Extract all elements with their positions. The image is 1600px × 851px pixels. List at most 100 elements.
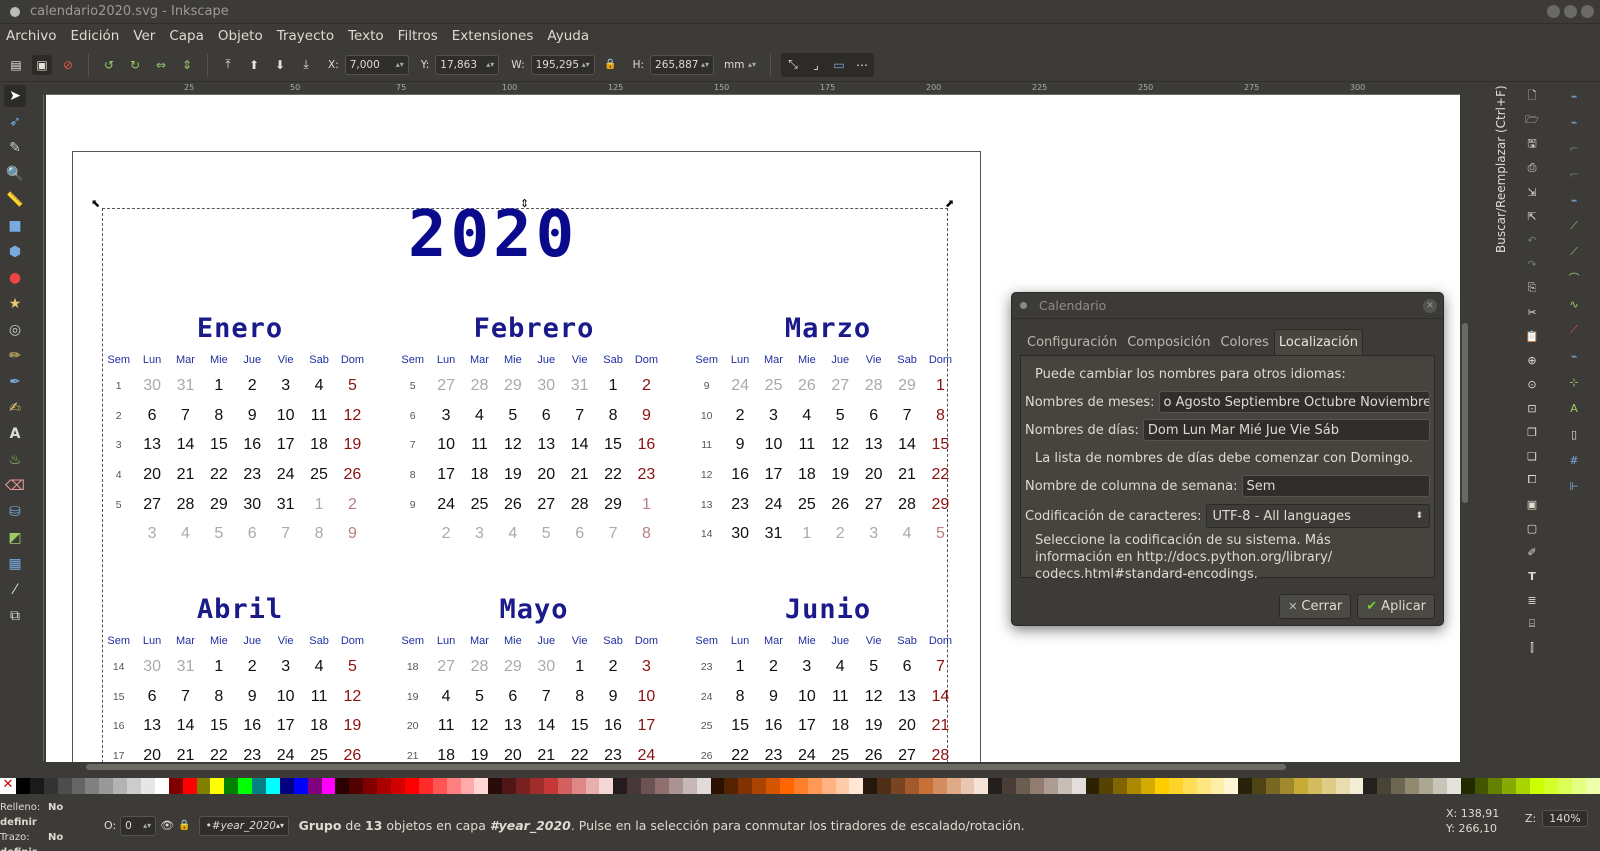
ungroup-icon[interactable]: ▢ xyxy=(1523,519,1541,537)
snap-grid-icon[interactable]: # xyxy=(1565,451,1583,469)
color-swatch[interactable] xyxy=(1432,778,1447,794)
snap-path-intersect-icon[interactable]: ⟋ xyxy=(1565,243,1583,261)
color-swatch[interactable] xyxy=(835,778,850,794)
color-swatch[interactable] xyxy=(113,778,128,794)
color-swatch[interactable] xyxy=(1210,778,1225,794)
color-swatch[interactable] xyxy=(1182,778,1197,794)
zoom-tool-icon[interactable]: 🔍 xyxy=(4,163,26,185)
snap-guide-icon[interactable]: ⊩ xyxy=(1565,477,1583,495)
color-swatch[interactable] xyxy=(1030,778,1044,794)
color-swatch[interactable] xyxy=(682,778,697,794)
redo-icon[interactable]: ↷ xyxy=(1523,255,1541,273)
snap-nodes-icon[interactable]: ⌁ xyxy=(1565,191,1583,209)
color-swatch[interactable] xyxy=(807,778,822,794)
h-field[interactable]: 265,887 ▴▾ xyxy=(650,54,715,75)
color-swatch[interactable] xyxy=(349,778,364,794)
color-swatch[interactable] xyxy=(710,778,725,794)
ellipse-tool-icon[interactable]: ● xyxy=(4,267,26,289)
lower-icon[interactable]: ⬇ xyxy=(270,55,290,75)
zoom-drawing-icon[interactable]: ⊙ xyxy=(1523,375,1541,393)
dialog-close-icon[interactable]: ✕ xyxy=(1423,299,1437,313)
tab-localizacion[interactable]: Localización xyxy=(1273,329,1363,355)
color-swatch[interactable] xyxy=(196,778,211,794)
snap-toggle-icon[interactable]: ⌁ xyxy=(1565,87,1583,105)
raise-icon[interactable]: ⬆ xyxy=(244,55,264,75)
pen-tool-icon[interactable]: ✒ xyxy=(4,371,26,393)
color-swatch[interactable] xyxy=(988,778,1003,794)
color-swatch[interactable] xyxy=(724,778,739,794)
minimize-button[interactable] xyxy=(1547,5,1560,18)
color-swatch[interactable] xyxy=(1168,778,1183,794)
zoom-selection-icon[interactable]: ⊕ xyxy=(1523,351,1541,369)
color-swatch[interactable] xyxy=(432,778,447,794)
export-icon[interactable]: ⇱ xyxy=(1523,207,1541,225)
spiral-tool-icon[interactable]: ◎ xyxy=(4,319,26,341)
color-swatch[interactable] xyxy=(1363,778,1378,794)
color-swatch[interactable] xyxy=(1238,778,1253,794)
color-swatch[interactable] xyxy=(1002,778,1017,794)
tab-colores[interactable]: Colores xyxy=(1215,329,1273,355)
menu-archivo[interactable]: Archivo xyxy=(6,28,56,44)
color-swatch[interactable] xyxy=(1543,778,1558,794)
color-swatch[interactable] xyxy=(1405,778,1419,794)
zoom-page-icon[interactable]: ⊡ xyxy=(1523,399,1541,417)
color-swatch[interactable] xyxy=(127,778,142,794)
snap-page-icon[interactable]: ▯ xyxy=(1565,425,1583,443)
color-swatch[interactable] xyxy=(641,778,655,794)
color-swatch[interactable] xyxy=(1141,778,1156,794)
color-swatch[interactable] xyxy=(1349,778,1364,794)
selector-tool-icon[interactable]: ➤ xyxy=(4,85,26,107)
color-swatch[interactable] xyxy=(141,778,155,794)
layers-icon[interactable]: ≣ xyxy=(1523,591,1541,609)
move-gradients-icon[interactable]: ▭ xyxy=(829,55,849,75)
color-swatch[interactable] xyxy=(863,778,878,794)
select-all-icon[interactable]: ▤ xyxy=(6,55,26,75)
x-field[interactable]: 7,000 ▴▾ xyxy=(344,54,409,75)
color-swatch[interactable] xyxy=(571,778,586,794)
color-swatch[interactable] xyxy=(1307,778,1322,794)
layer-lock-icon[interactable]: 🔒 xyxy=(178,820,190,831)
horizontal-scrollbar[interactable] xyxy=(46,762,1460,772)
color-swatch[interactable] xyxy=(1071,778,1086,794)
color-swatch[interactable] xyxy=(502,778,517,794)
menu-capa[interactable]: Capa xyxy=(169,28,204,44)
apply-button[interactable]: ✔ Aplicar xyxy=(1357,594,1435,619)
dropper-tool-icon[interactable]: ⁄ xyxy=(4,579,26,601)
close-window-button[interactable] xyxy=(1581,5,1594,18)
dialog-titlebar[interactable]: Calendario xyxy=(1012,293,1443,319)
color-swatch[interactable] xyxy=(43,778,58,794)
color-swatch[interactable] xyxy=(391,778,405,794)
duplicate-icon[interactable]: ❐ xyxy=(1523,423,1541,441)
pencil-tool-icon[interactable]: ✏ xyxy=(4,345,26,367)
color-swatch[interactable] xyxy=(752,778,767,794)
scale-handle-tr-icon[interactable]: ⬈ xyxy=(945,197,954,210)
color-swatch[interactable] xyxy=(543,778,558,794)
menu-ver[interactable]: Ver xyxy=(133,28,155,44)
color-swatch[interactable] xyxy=(238,778,253,794)
color-swatch[interactable] xyxy=(613,778,628,794)
snap-paths-icon[interactable]: ⟋ xyxy=(1565,217,1583,235)
color-swatch[interactable] xyxy=(488,778,503,794)
calligraphy-tool-icon[interactable]: ✍ xyxy=(4,397,26,419)
color-swatch[interactable] xyxy=(1057,778,1072,794)
color-swatch[interactable] xyxy=(404,778,419,794)
flip-vertical-icon[interactable]: ⇕ xyxy=(177,55,197,75)
color-swatch[interactable] xyxy=(1196,778,1211,794)
color-swatch[interactable] xyxy=(57,778,72,794)
color-swatch[interactable] xyxy=(766,778,780,794)
raise-to-top-icon[interactable]: ⤒ xyxy=(218,55,238,75)
unlink-clone-icon[interactable]: ⧠ xyxy=(1523,471,1541,489)
color-swatch[interactable] xyxy=(918,778,933,794)
move-patterns-icon[interactable]: ⋯ xyxy=(852,55,872,75)
color-swatch[interactable] xyxy=(16,778,30,794)
color-swatch[interactable] xyxy=(279,778,294,794)
star-tool-icon[interactable]: ★ xyxy=(4,293,26,315)
scale-handle-tl-icon[interactable]: ⬉ xyxy=(91,197,100,210)
tab-configuracion[interactable]: Configuración xyxy=(1022,329,1122,355)
layer-selector[interactable]: •#year_2020 ▴▾ xyxy=(198,815,289,836)
color-swatch[interactable] xyxy=(85,778,100,794)
color-swatch[interactable] xyxy=(168,778,183,794)
color-swatch[interactable] xyxy=(377,778,392,794)
color-swatch[interactable] xyxy=(1377,778,1392,794)
color-swatch[interactable] xyxy=(1224,778,1239,794)
